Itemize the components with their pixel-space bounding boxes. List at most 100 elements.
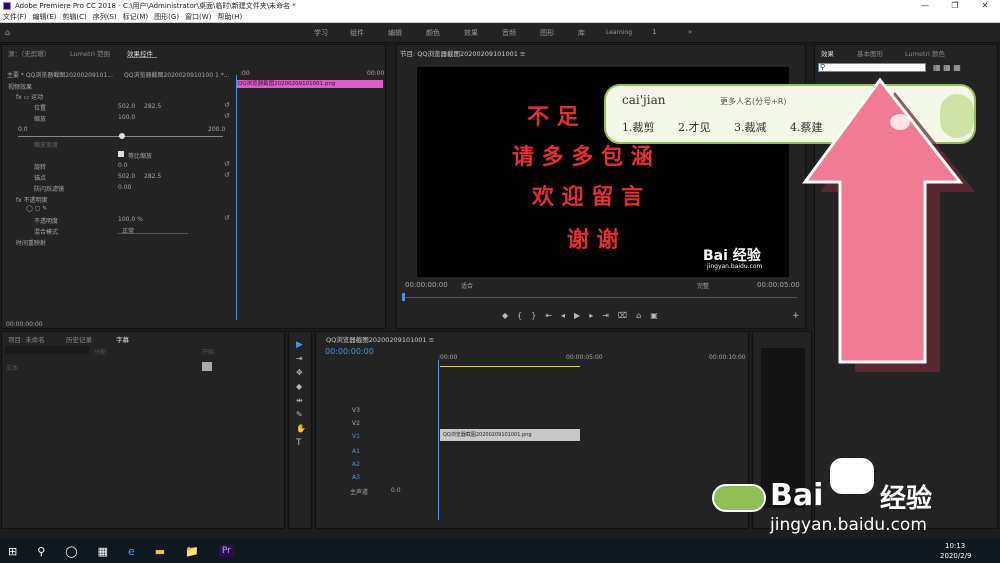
track-a2[interactable]: A2 <box>352 461 360 468</box>
menu-window[interactable]: 窗口(W) <box>185 12 211 22</box>
row-time-remap[interactable]: 时间重映射 <box>16 238 46 247</box>
track-select-tool-icon[interactable]: ⇥ <box>296 354 303 363</box>
tab-effects[interactable]: 效果 <box>821 48 834 58</box>
ws-more-button[interactable]: » <box>688 28 692 36</box>
add-button-icon[interactable]: + <box>792 311 800 321</box>
tab-lumetri-scopes[interactable]: Lumetri 范围 <box>70 48 110 58</box>
premiere-taskbar-icon[interactable]: Pr <box>218 545 234 557</box>
fit-select[interactable]: 适合 <box>461 281 473 290</box>
ws-editing[interactable]: 编辑 <box>388 28 402 38</box>
row-opacity-group[interactable]: fx 不透明度 <box>16 195 48 204</box>
type-tool-icon[interactable]: T <box>296 438 302 448</box>
ws-library[interactable]: 库 <box>578 28 585 38</box>
track-v3[interactable]: V3 <box>352 407 360 414</box>
minimize-button[interactable]: — <box>910 0 940 12</box>
track-a1[interactable]: A1 <box>352 448 360 455</box>
track-v2[interactable]: V2 <box>352 420 360 427</box>
ws-assembly[interactable]: 组件 <box>350 28 364 38</box>
ws-audio[interactable]: 音频 <box>502 28 516 38</box>
program-timecode[interactable]: 00:00:00:00 <box>405 281 448 289</box>
uniform-scale-checkbox[interactable] <box>118 151 124 157</box>
store-icon[interactable]: ▬ <box>155 545 165 558</box>
opacity-value[interactable]: 100.0 % <box>118 216 143 223</box>
start-button[interactable]: ⊞ <box>8 545 17 558</box>
menu-edit[interactable]: 编辑(E) <box>33 12 57 22</box>
program-playhead[interactable] <box>402 293 405 301</box>
reset-rotation-icon[interactable]: ↺ <box>224 160 230 168</box>
ws-color[interactable]: 颜色 <box>426 28 440 38</box>
edge-icon[interactable]: e <box>128 545 135 558</box>
home-icon[interactable]: ⌂ <box>5 28 10 37</box>
program-title[interactable]: 节目: QQ浏览器截图20200209101001 ≡ <box>400 48 525 58</box>
track-v1[interactable]: V1 <box>352 433 360 440</box>
task-view-icon[interactable]: ▦ <box>98 545 108 558</box>
search-icon[interactable]: ⚲ <box>37 545 45 558</box>
pen-tool-icon[interactable]: ✎ <box>296 410 303 419</box>
tab-lumetri-color[interactable]: Lumetri 颜色 <box>905 48 945 58</box>
program-scrub-bar[interactable] <box>402 297 797 298</box>
menu-file[interactable]: 文件(F) <box>3 12 27 22</box>
ws-learn[interactable]: 学习 <box>314 28 328 38</box>
scale-slider-handle[interactable] <box>119 133 125 139</box>
explorer-icon[interactable]: 📁 <box>185 545 199 558</box>
tab-essential-graphics[interactable]: 基本图形 <box>857 48 883 58</box>
color-swatch[interactable] <box>202 362 212 371</box>
master-clip-label[interactable]: 主要 * QQ浏览器截图20200209101... <box>7 70 113 79</box>
anchor-y[interactable]: 282.5 <box>144 173 161 180</box>
rotation-value[interactable]: 0.0 <box>118 162 128 169</box>
row-motion[interactable]: fx ▭ 运动 <box>16 92 43 101</box>
effects-search-input[interactable]: ⚲ <box>818 63 926 72</box>
tab-source[interactable]: 源：（无剪辑） <box>8 48 50 58</box>
anti-flicker-value[interactable]: 0.00 <box>118 184 131 191</box>
scale-value[interactable]: 100.0 <box>118 114 135 121</box>
tab-history[interactable]: 历史记录 <box>66 334 92 344</box>
mask-tools[interactable]: ◯ ▢ ✎ <box>26 205 47 212</box>
project-search-input[interactable] <box>5 346 89 354</box>
timeline-playhead[interactable] <box>438 360 439 520</box>
reset-opacity-icon[interactable]: ↺ <box>224 214 230 222</box>
new-bin-icon[interactable]: ▦ ▦ ▦ <box>933 63 961 72</box>
menu-graphics[interactable]: 图形(G) <box>154 12 179 22</box>
menu-help[interactable]: 帮助(H) <box>217 12 242 22</box>
work-area-bar[interactable] <box>440 366 580 367</box>
menu-marker[interactable]: 标记(M) <box>123 12 149 22</box>
hand-tool-icon[interactable]: ✋ <box>296 424 306 433</box>
reset-position-icon[interactable]: ↺ <box>224 101 230 109</box>
sequence-clip-label[interactable]: QQ浏览器截图2020020910100 1 *... <box>124 70 229 79</box>
tab-project[interactable]: 项目: 未命名 <box>8 334 45 344</box>
selection-tool-icon[interactable]: ▶ <box>296 340 303 350</box>
tab-captions[interactable]: 字幕 <box>116 334 129 344</box>
clip-bar[interactable]: QQ浏览器截图20200209101001.png <box>236 80 383 88</box>
ws-graphics[interactable]: 图形 <box>540 28 554 38</box>
reset-anchor-icon[interactable]: ↺ <box>224 171 230 179</box>
reset-scale-icon[interactable]: ↺ <box>224 112 230 120</box>
timeline-timecode[interactable]: 00:00:00:00 <box>325 347 374 356</box>
menu-sequence[interactable]: 序列(S) <box>93 12 117 22</box>
maximize-button[interactable]: ❐ <box>940 0 970 12</box>
position-y[interactable]: 282.5 <box>144 103 161 110</box>
quality-select[interactable]: 完整 <box>697 281 709 290</box>
clock-time[interactable]: 10:13 <box>945 542 965 550</box>
blend-mode-select[interactable]: 正常 <box>118 226 188 235</box>
ws-effects[interactable]: 效果 <box>464 28 478 38</box>
razor-tool-icon[interactable]: ◆ <box>296 382 302 391</box>
ws-learning[interactable]: Learning <box>606 29 632 36</box>
menu-clip[interactable]: 剪辑(C) <box>62 12 86 22</box>
ripple-tool-icon[interactable]: ✥ <box>296 368 303 377</box>
cortana-icon[interactable]: ◯ <box>65 545 77 558</box>
effect-timecode[interactable]: 00:00:00:00 <box>6 321 43 328</box>
position-x[interactable]: 502.0 <box>118 103 135 110</box>
ime-candidate-3[interactable]: 3.裁减 <box>734 119 767 135</box>
slip-tool-icon[interactable]: ⇹ <box>296 396 303 405</box>
transport-controls[interactable]: ◆{}⇤◂▶▸⇥⌧⌂▣ <box>502 311 667 320</box>
master-volume[interactable]: 0.0 <box>391 487 401 494</box>
clock-date[interactable]: 2020/2/9 <box>940 552 971 560</box>
ime-more[interactable]: 更多人名(分号+R) <box>720 96 787 107</box>
anchor-x[interactable]: 502.0 <box>118 173 135 180</box>
ime-candidate-2[interactable]: 2.才见 <box>678 119 711 135</box>
close-button[interactable]: ✕ <box>970 0 1000 12</box>
track-a3[interactable]: A3 <box>352 474 360 481</box>
ime-candidate-1[interactable]: 1.裁剪 <box>622 119 655 135</box>
timeline-title[interactable]: QQ浏览器截图20200209101001 ≡ <box>326 334 434 344</box>
timeline-clip[interactable]: QQ浏览器截图20200209101001.png <box>440 429 580 441</box>
